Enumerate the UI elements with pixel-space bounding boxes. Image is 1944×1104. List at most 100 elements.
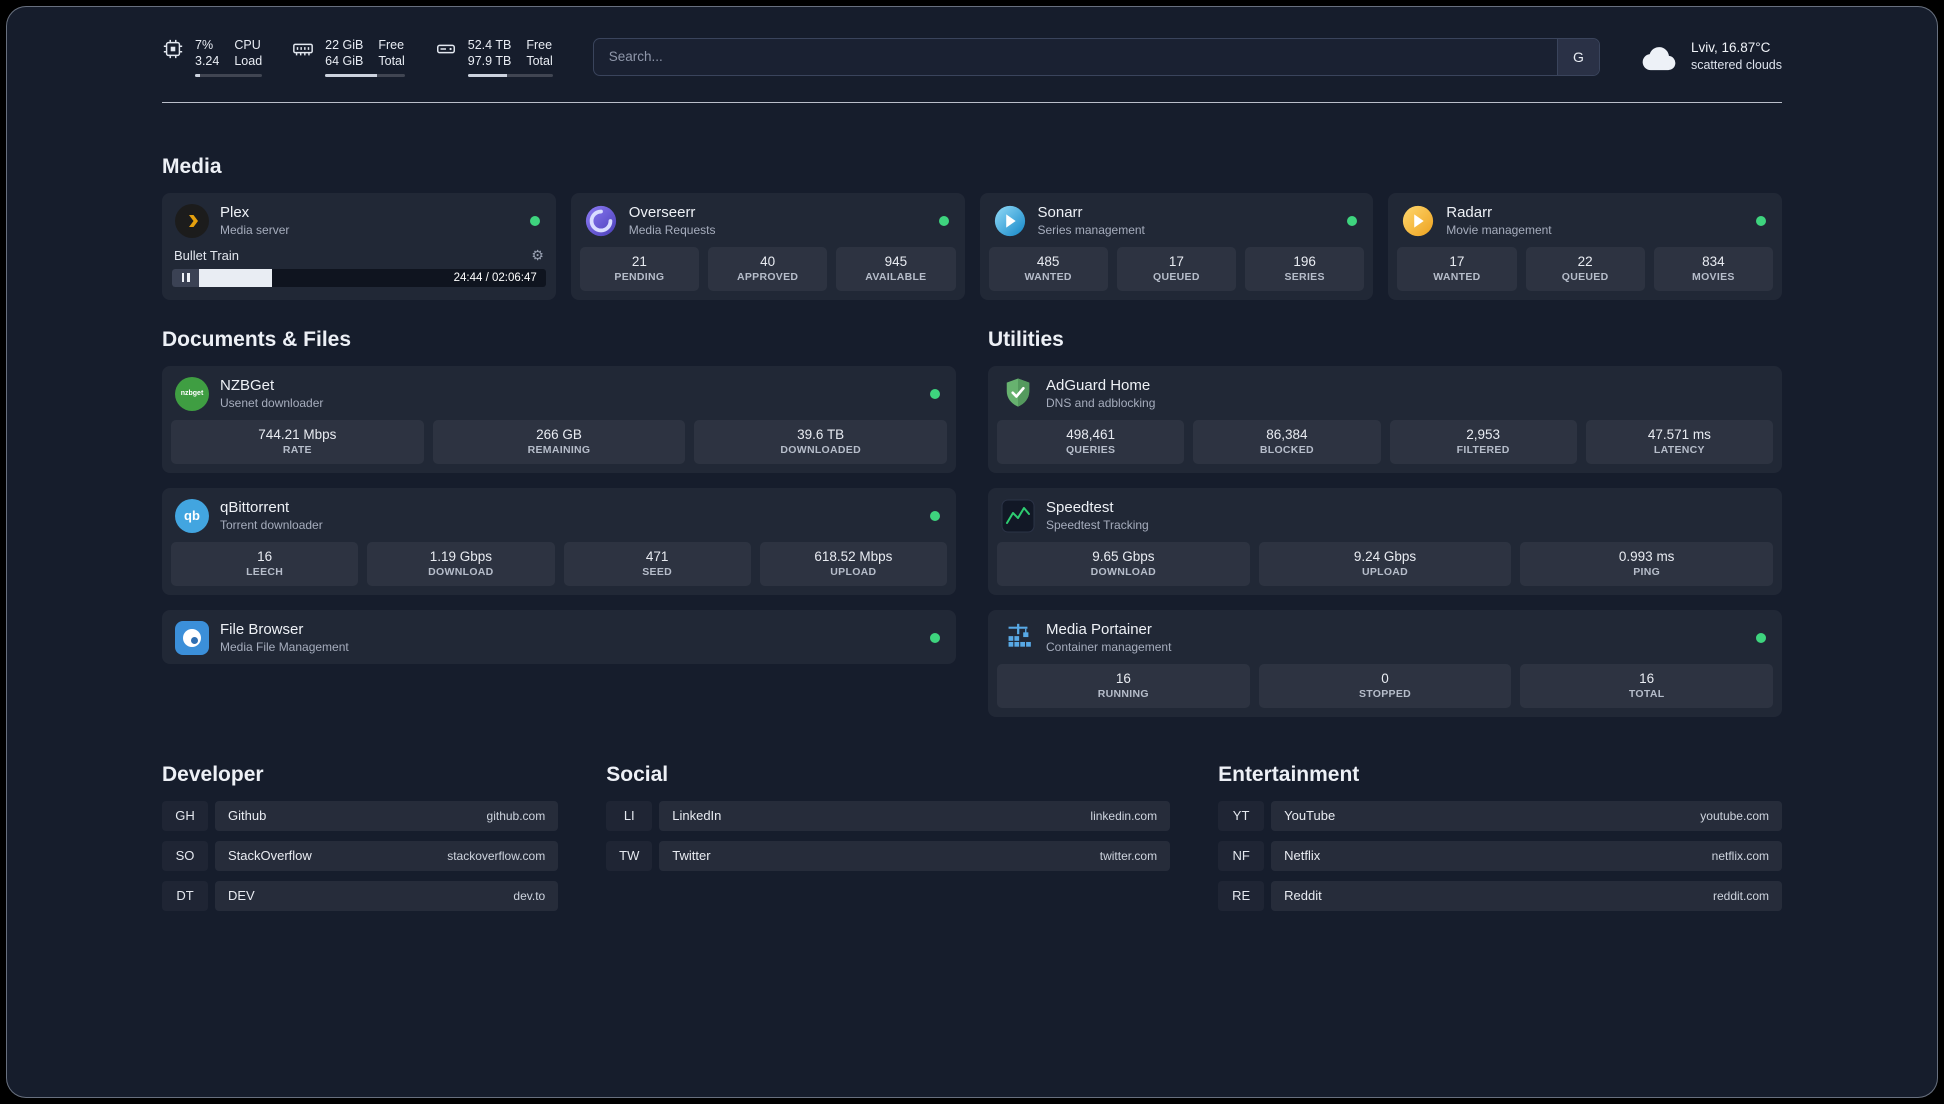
gear-icon[interactable]: ⚙ bbox=[531, 248, 544, 264]
service-name: AdGuard Home bbox=[1046, 377, 1151, 394]
speedtest-header[interactable]: Speedtest Speedtest Tracking bbox=[988, 488, 1782, 542]
service-description: Media File Management bbox=[220, 640, 349, 654]
service-name: Media Portainer bbox=[1046, 621, 1152, 638]
bookmark-link-github[interactable]: Github github.com bbox=[215, 800, 559, 831]
weather-condition: scattered clouds bbox=[1690, 58, 1782, 73]
service-name: Overseerr bbox=[628, 204, 696, 221]
memory-free-label: Free bbox=[378, 38, 405, 52]
pause-button[interactable] bbox=[172, 268, 199, 287]
cpu-widget: 7% CPU 3.24 Load bbox=[162, 37, 263, 77]
overseerr-header[interactable]: Overseerr Media Requests bbox=[571, 193, 965, 247]
bookmark-name: Netflix bbox=[1284, 848, 1321, 863]
bookmark-name: Github bbox=[228, 808, 267, 823]
bookmark-link-dev[interactable]: DEV dev.to bbox=[215, 880, 559, 911]
cpu-load-value: 3.24 bbox=[195, 54, 220, 69]
radarr-card: Radarr Movie management 17 WANTED 22 QUEUE… bbox=[1388, 192, 1782, 300]
service-description: Media server bbox=[220, 223, 290, 237]
social-heading: Social bbox=[606, 762, 669, 786]
bookmark-abbr: YT bbox=[1218, 800, 1265, 831]
bookmark-domain: reddit.com bbox=[1712, 888, 1769, 903]
search-input[interactable] bbox=[592, 37, 1600, 76]
stat-value: 0 bbox=[1381, 670, 1389, 686]
section-social: Social LI LinkedIn linkedin.com TW Twitt… bbox=[606, 762, 1171, 921]
stat-label: STOPPED bbox=[1358, 687, 1412, 700]
service-name: File Browser bbox=[220, 621, 304, 638]
stat-tile: 618.52 Mbps UPLOAD bbox=[759, 541, 947, 586]
utilities-heading: Utilities bbox=[988, 327, 1064, 351]
bookmark-link-stackoverflow[interactable]: StackOverflow stackoverflow.com bbox=[215, 840, 559, 871]
plex-card: Plex Media server Bullet Train ⚙ 24:44 /… bbox=[162, 192, 556, 300]
radarr-icon bbox=[1401, 204, 1435, 238]
status-dot bbox=[930, 388, 940, 399]
plex-icon bbox=[175, 203, 209, 238]
documents-heading: Documents & Files bbox=[162, 327, 352, 351]
stat-value: 86,384 bbox=[1266, 426, 1308, 442]
stat-value: 196 bbox=[1293, 253, 1316, 269]
service-description: Media Requests bbox=[628, 223, 716, 237]
disk-widget: 52.4 TB Free 97.9 TB Total bbox=[435, 37, 553, 77]
bookmark-link-reddit[interactable]: Reddit reddit.com bbox=[1271, 880, 1782, 911]
bookmark-link-linkedin[interactable]: LinkedIn linkedin.com bbox=[659, 800, 1171, 831]
stat-value: 17 bbox=[1168, 253, 1184, 269]
bookmark-domain: youtube.com bbox=[1700, 808, 1769, 823]
bookmark-row: RE Reddit reddit.com bbox=[1218, 880, 1782, 911]
stat-value: 9.65 Gbps bbox=[1092, 548, 1155, 564]
stat-label: BLOCKED bbox=[1259, 443, 1314, 456]
speedtest-card: Speedtest Speedtest Tracking 9.65 Gbps DO… bbox=[988, 487, 1782, 595]
stat-tile: 9.24 Gbps UPLOAD bbox=[1258, 541, 1512, 586]
bookmark-abbr: NF bbox=[1218, 840, 1265, 871]
stat-label: RATE bbox=[282, 443, 312, 456]
stat-tile: 21 PENDING bbox=[579, 246, 699, 291]
sonarr-header[interactable]: Sonarr Series management bbox=[980, 193, 1374, 247]
weather-location: Lviv, 16.87°C bbox=[1690, 40, 1771, 56]
filebrowser-header[interactable]: File Browser Media File Management bbox=[162, 610, 956, 664]
stat-tile: 471 SEED bbox=[563, 541, 751, 586]
service-name: qBittorrent bbox=[220, 499, 290, 516]
stat-value: 834 bbox=[1702, 253, 1725, 269]
plex-header[interactable]: Plex Media server bbox=[162, 193, 556, 247]
stat-value: 744.21 Mbps bbox=[258, 426, 337, 442]
playback-progress-bar[interactable]: 24:44 / 02:06:47 bbox=[172, 268, 546, 287]
search-provider-button[interactable]: G bbox=[1556, 38, 1599, 75]
qbittorrent-icon-label: qb bbox=[184, 508, 200, 523]
bookmark-row: YT YouTube youtube.com bbox=[1218, 800, 1782, 831]
cpu-usage-value: 7% bbox=[195, 38, 214, 52]
bookmark-domain: netflix.com bbox=[1711, 848, 1769, 863]
stat-tile: 0 STOPPED bbox=[1258, 663, 1512, 708]
bookmark-name: LinkedIn bbox=[672, 808, 722, 823]
stat-label: TOTAL bbox=[1628, 687, 1665, 700]
bookmark-link-twitter[interactable]: Twitter twitter.com bbox=[659, 840, 1171, 871]
radarr-header[interactable]: Radarr Movie management bbox=[1388, 193, 1782, 247]
qbittorrent-header[interactable]: qb qBittorrent Torrent downloader bbox=[162, 488, 956, 542]
cpu-icon bbox=[162, 38, 184, 60]
disk-free-label: Free bbox=[526, 38, 553, 52]
adguard-header[interactable]: AdGuard Home DNS and adblocking bbox=[988, 366, 1782, 420]
stat-label: UPLOAD bbox=[830, 565, 877, 578]
bookmark-row: DT DEV dev.to bbox=[162, 880, 559, 911]
bookmark-name: DEV bbox=[228, 888, 255, 903]
bookmark-row: SO StackOverflow stackoverflow.com bbox=[162, 840, 559, 871]
portainer-header[interactable]: Media Portainer Container management bbox=[988, 610, 1782, 664]
stat-label: AVAILABLE bbox=[865, 270, 927, 283]
stat-tile: 17 QUEUED bbox=[1116, 246, 1236, 291]
stat-value: 618.52 Mbps bbox=[814, 548, 893, 564]
bookmark-abbr: LI bbox=[606, 800, 653, 831]
stat-label: APPROVED bbox=[736, 270, 799, 283]
bookmark-row: GH Github github.com bbox=[162, 800, 559, 831]
nzbget-header[interactable]: nzbget NZBGet Usenet downloader bbox=[162, 366, 956, 420]
service-name: Plex bbox=[220, 204, 250, 221]
stat-label: RUNNING bbox=[1097, 687, 1149, 700]
bookmark-link-netflix[interactable]: Netflix netflix.com bbox=[1271, 840, 1782, 871]
weather-text: Lviv, 16.87°C scattered clouds bbox=[1691, 39, 1782, 74]
stat-value: 22 bbox=[1577, 253, 1593, 269]
stat-tile: 17 WANTED bbox=[1397, 246, 1517, 291]
service-name: Radarr bbox=[1446, 204, 1493, 221]
plex-now-playing: Bullet Train ⚙ 24:44 / 02:06:47 bbox=[172, 248, 546, 287]
section-utilities: Utilities AdGuard Home DNS and adblockin… bbox=[988, 328, 1782, 717]
stat-tile: 47.571 ms LATENCY bbox=[1585, 419, 1773, 464]
bookmark-row: LI LinkedIn linkedin.com bbox=[606, 800, 1171, 831]
stat-label: WANTED bbox=[1433, 270, 1481, 283]
status-dot bbox=[1756, 632, 1766, 643]
stat-value: 0.993 ms bbox=[1618, 548, 1675, 564]
bookmark-link-youtube[interactable]: YouTube youtube.com bbox=[1271, 800, 1782, 831]
